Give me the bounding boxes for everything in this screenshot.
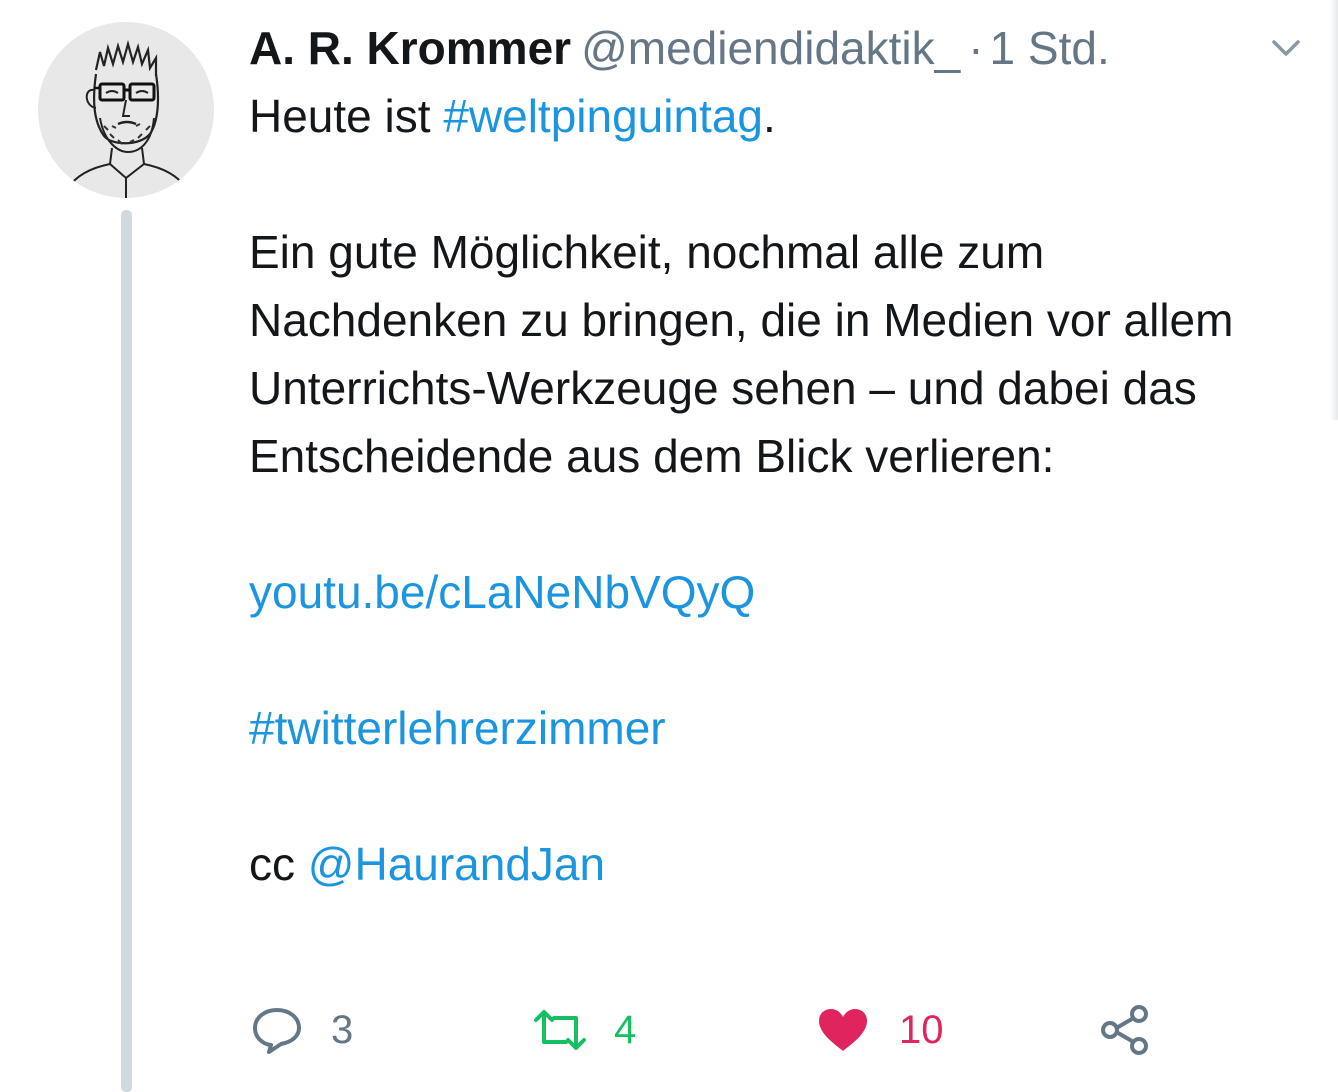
- like-button[interactable]: 10: [817, 1000, 944, 1060]
- tweet-paragraph: Ein gute Möglichkeit, nochmal alle zum N…: [249, 226, 1234, 482]
- line1-prefix: Heute ist: [249, 90, 444, 142]
- retweet-button[interactable]: 4: [532, 1000, 636, 1060]
- hashtag-weltpinguintag[interactable]: #weltpinguintag: [443, 90, 763, 142]
- share-icon: [1099, 1004, 1151, 1056]
- reply-count: 3: [331, 1007, 354, 1052]
- heart-icon: [817, 1007, 869, 1053]
- retweet-icon: [532, 1008, 588, 1052]
- tweet-actions: 3 4 10: [249, 1000, 1169, 1060]
- scroll-edge: [1330, 0, 1338, 420]
- chevron-down-icon[interactable]: [1268, 34, 1304, 62]
- share-button[interactable]: [1099, 1000, 1151, 1060]
- cc-line: cc @HaurandJan: [249, 830, 1249, 898]
- hashtag-twitterlehrerzimmer[interactable]: #twitterlehrerzimmer: [249, 702, 666, 754]
- avatar-sketch: [38, 22, 214, 198]
- youtube-link[interactable]: youtu.be/cLaNeNbVQyQ: [249, 566, 755, 618]
- mention-haurandjan[interactable]: @HaurandJan: [308, 838, 605, 890]
- tweet-header: A. R. Krommer @mediendidaktik_ · 1 Std.: [249, 20, 1110, 76]
- avatar[interactable]: [38, 22, 214, 198]
- tweet-timestamp[interactable]: 1 Std.: [990, 22, 1110, 74]
- line1-suffix: .: [763, 90, 776, 142]
- cc-prefix: cc: [249, 838, 308, 890]
- reply-button[interactable]: 3: [251, 1000, 353, 1060]
- retweet-count: 4: [614, 1007, 637, 1052]
- tweet-line-1: Heute ist #weltpinguintag.: [249, 82, 1249, 150]
- tweet-body: Heute ist #weltpinguintag. Ein gute Mögl…: [249, 82, 1249, 898]
- author-name[interactable]: A. R. Krommer: [249, 22, 571, 74]
- author-handle[interactable]: @mediendidaktik_: [581, 22, 960, 74]
- reply-icon: [251, 1006, 303, 1054]
- like-count: 10: [899, 1007, 944, 1052]
- header-separator: ·: [968, 22, 984, 74]
- thread-line: [121, 210, 132, 1092]
